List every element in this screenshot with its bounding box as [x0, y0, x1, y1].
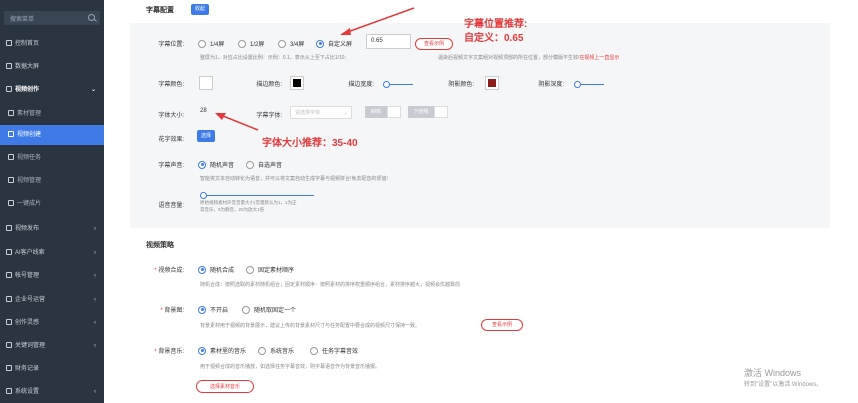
annotation-position-value: 自定义：0.65: [464, 33, 524, 44]
annotation-arrows: [215, 7, 415, 131]
activation-watermark-subtitle: 转到"设置"以激活 Windows。: [744, 382, 823, 388]
annotation-position-title: 字幕位置推荐:: [464, 19, 528, 30]
annotation-font-size: 字体大小推荐：35-40: [262, 138, 358, 149]
activation-watermark-title: 激活 Windows: [744, 368, 802, 378]
